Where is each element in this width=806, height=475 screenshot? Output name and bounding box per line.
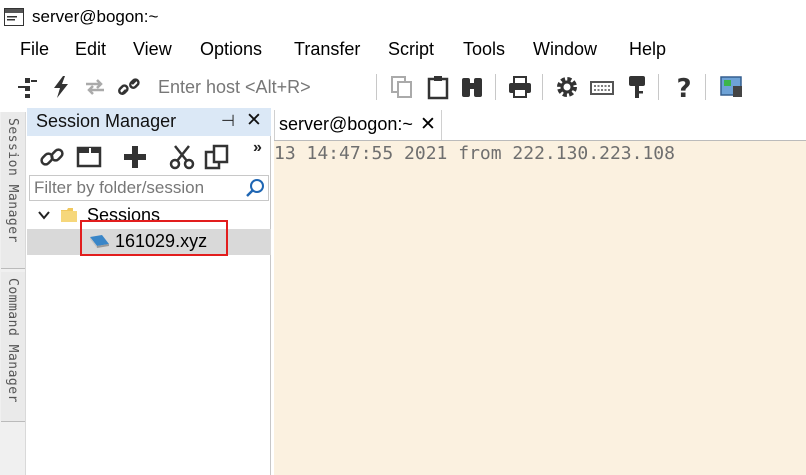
tab-command-manager[interactable]: Command Manager xyxy=(1,272,25,422)
menu-bar: File Edit View Options Transfer Script T… xyxy=(0,36,806,64)
session-manager-toolbar: » xyxy=(27,138,271,174)
key-icon[interactable] xyxy=(624,74,650,100)
menu-window[interactable]: Window xyxy=(533,39,597,60)
terminal-screen[interactable]: 13 14:47:55 2021 from 222.130.223.108 xyxy=(274,140,806,475)
cut-icon[interactable] xyxy=(168,143,196,171)
copy-session-icon[interactable] xyxy=(203,143,231,171)
highlight-box xyxy=(80,220,228,256)
find-icon[interactable] xyxy=(459,74,485,100)
more-icon[interactable]: » xyxy=(253,139,262,157)
settings-icon[interactable] xyxy=(554,74,580,100)
chevron-down-icon[interactable] xyxy=(37,208,51,222)
terminal-tab-label: server@bogon:~ xyxy=(279,114,413,134)
menu-help[interactable]: Help xyxy=(629,39,666,60)
print-icon[interactable] xyxy=(507,74,533,100)
tab-command-manager-label: Command Manager xyxy=(5,278,20,403)
menu-tools[interactable]: Tools xyxy=(463,39,505,60)
window-title: server@bogon:~ xyxy=(32,7,159,26)
tab-server[interactable]: server@bogon:~ ✕ xyxy=(274,110,442,140)
search-icon[interactable] xyxy=(244,177,266,199)
paste-icon[interactable] xyxy=(425,74,451,100)
keymap-icon[interactable] xyxy=(589,74,615,100)
menu-transfer[interactable]: Transfer xyxy=(294,39,360,60)
link-icon[interactable] xyxy=(38,143,66,171)
side-tab-strip: Session Manager Command Manager xyxy=(0,112,26,475)
help-icon[interactable]: ? xyxy=(671,74,697,100)
host-input[interactable] xyxy=(154,74,370,100)
connect-icon[interactable] xyxy=(14,74,40,100)
session-manager-title: Session Manager xyxy=(36,111,177,131)
close-icon[interactable]: ✕ xyxy=(420,113,436,136)
close-icon[interactable]: ✕ xyxy=(246,109,262,132)
toolbar-separator xyxy=(495,74,496,100)
new-tab-icon[interactable] xyxy=(75,143,103,171)
menu-edit[interactable]: Edit xyxy=(75,39,106,60)
reconnect-icon[interactable] xyxy=(82,74,108,100)
toolbar-separator xyxy=(705,74,706,100)
toolbar-separator xyxy=(542,74,543,100)
title-bar: server@bogon:~ xyxy=(0,0,806,34)
copy-icon[interactable] xyxy=(389,74,415,100)
add-session-icon[interactable] xyxy=(121,143,149,171)
pin-icon[interactable]: ⊣ xyxy=(221,111,235,131)
filter-input[interactable] xyxy=(30,176,236,200)
tab-session-manager[interactable]: Session Manager xyxy=(1,112,25,269)
quick-connect-icon[interactable] xyxy=(48,74,74,100)
menu-options[interactable]: Options xyxy=(200,39,262,60)
menu-file[interactable]: File xyxy=(20,39,49,60)
toolbar-separator xyxy=(658,74,659,100)
svg-text:?: ? xyxy=(676,74,691,100)
filter-box xyxy=(29,175,269,201)
app-icon xyxy=(4,8,24,26)
menu-view[interactable]: View xyxy=(133,39,172,60)
menu-script[interactable]: Script xyxy=(388,39,434,60)
session-manager-panel: Session Manager ⊣ ✕ » Filter by folder/s… xyxy=(27,108,271,475)
session-manager-header: Session Manager ⊣ ✕ xyxy=(27,108,271,136)
terminal-line: 13 14:47:55 2021 from 222.130.223.108 xyxy=(274,143,675,164)
folder-icon xyxy=(60,206,78,224)
tab-session-manager-label: Session Manager xyxy=(5,118,20,243)
toolbar-separator xyxy=(376,74,377,100)
terminal-area: server@bogon:~ ✕ 13 14:47:55 2021 from 2… xyxy=(272,108,806,475)
disconnect-icon[interactable] xyxy=(116,74,142,100)
toolbar: ? xyxy=(0,68,806,106)
sftp-icon[interactable] xyxy=(718,74,744,100)
